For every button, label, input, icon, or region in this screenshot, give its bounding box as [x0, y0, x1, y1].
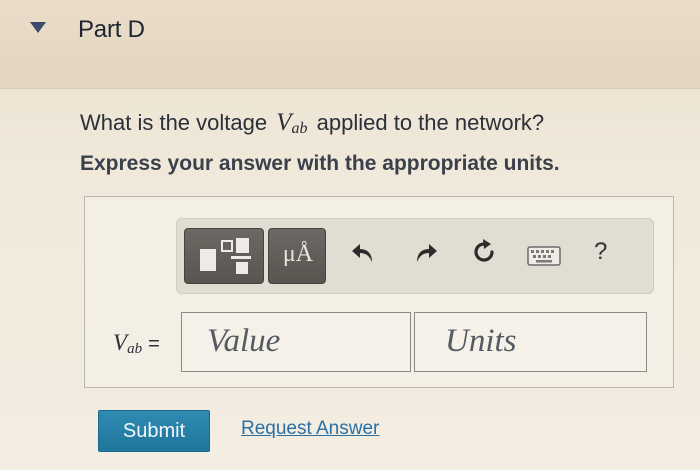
units-button-label: μÅ	[282, 241, 314, 267]
answer-variable-subscript: ab	[127, 341, 143, 357]
request-answer-link[interactable]: Request Answer	[241, 418, 379, 440]
question-text: What is the voltage Vab applied to the n…	[80, 109, 544, 138]
collapse-caret-icon[interactable]	[30, 22, 46, 33]
templates-button[interactable]	[184, 228, 264, 284]
question-variable-subscript: ab	[291, 120, 308, 137]
question-prefix: What is the voltage	[80, 110, 268, 135]
submit-button[interactable]: Submit	[98, 410, 210, 452]
redo-icon[interactable]	[413, 240, 439, 266]
equals-sign: =	[148, 333, 160, 355]
value-input[interactable]: Value	[181, 312, 411, 372]
answer-variable-symbol: V	[113, 330, 128, 355]
reset-icon[interactable]	[470, 238, 498, 266]
question-suffix: applied to the network?	[316, 110, 545, 135]
keyboard-icon[interactable]	[527, 246, 561, 266]
help-icon[interactable]: ?	[594, 238, 607, 266]
units-input[interactable]: Units	[414, 312, 647, 372]
answer-variable-label: Vab =	[113, 330, 160, 358]
units-button[interactable]: μÅ	[268, 228, 326, 284]
templates-icon	[200, 238, 251, 274]
question-variable-symbol: V	[276, 109, 292, 136]
undo-icon[interactable]	[350, 240, 376, 266]
part-title: Part D	[78, 16, 145, 43]
part-header	[0, 0, 700, 89]
answer-instruction: Express your answer with the appropriate…	[80, 152, 560, 175]
question-variable: Vab	[276, 109, 308, 137]
